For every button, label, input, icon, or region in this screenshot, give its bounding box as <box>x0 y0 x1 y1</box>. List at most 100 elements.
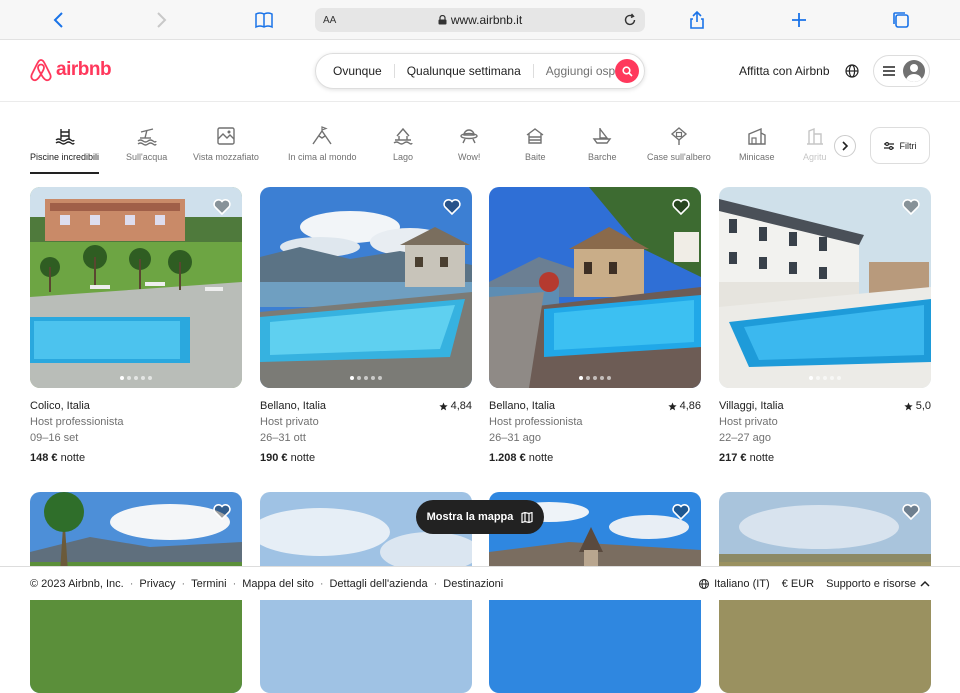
url-text: www.airbnb.it <box>450 13 523 27</box>
category-boats[interactable]: Barche <box>588 126 617 174</box>
pagination-dot <box>148 376 152 380</box>
filters-label: Filtri <box>899 140 917 151</box>
footer-link-terms[interactable]: Termini <box>191 578 226 590</box>
filters-button[interactable]: Filtri <box>870 127 930 164</box>
heart-icon[interactable] <box>901 197 921 217</box>
airbnb-logo-icon <box>30 59 52 82</box>
new-tab-icon[interactable] <box>787 8 811 32</box>
back-icon[interactable] <box>47 8 71 32</box>
category-top-of-world[interactable]: In cima al mondo <box>288 126 357 174</box>
footer-separator: · <box>319 577 324 590</box>
support-resources-button[interactable]: Supporto e risorse <box>826 578 930 590</box>
pagination-dot <box>120 376 124 380</box>
host-link[interactable]: Affitta con Airbnb <box>739 64 830 78</box>
footer-separator: · <box>129 577 134 590</box>
listing-dates: 22–27 ago <box>719 432 771 444</box>
photo-pagination <box>260 376 472 380</box>
listing-info: Villaggi, Italia 5,0 Host privato 22–27 … <box>719 388 931 466</box>
ufo-icon <box>460 129 478 144</box>
search-dates[interactable]: Qualunque settimana <box>393 64 533 78</box>
search-bar[interactable]: Ovunque Qualunque settimana Aggiungi osp… <box>315 53 645 89</box>
listing-rating-value: 5,0 <box>915 400 931 412</box>
forward-icon[interactable] <box>149 8 173 32</box>
category-lake[interactable]: Lago <box>393 126 413 174</box>
category-view[interactable]: Vista mozzafiato <box>193 126 259 174</box>
listing-price-value: 217 € <box>719 452 747 464</box>
search-location[interactable]: Ovunque <box>316 64 394 78</box>
listing-price: 190 € notte <box>260 450 472 466</box>
reader-settings-button[interactable]: AA <box>323 15 336 26</box>
tabs-icon[interactable] <box>889 8 913 32</box>
globe-icon <box>699 578 710 589</box>
footer-link-sitemap[interactable]: Mappa del sito <box>242 578 314 590</box>
farm-icon <box>806 127 823 145</box>
filters-icon <box>883 141 894 150</box>
listing-price-value: 1.208 € <box>489 452 526 464</box>
listing-rating: 5,0 <box>904 398 931 414</box>
share-icon[interactable] <box>685 8 709 32</box>
category-farms[interactable]: Agritu <box>803 126 827 174</box>
treehouse-icon <box>670 127 687 145</box>
listing-card[interactable]: Bellano, Italia 4,84 Host privato 26–31 … <box>260 187 472 466</box>
pagination-dot <box>607 376 611 380</box>
pagination-dot <box>600 376 604 380</box>
listing-photo-image <box>30 187 242 388</box>
footer-link-company-details[interactable]: Dettagli dell'azienda <box>329 578 427 590</box>
user-menu-button[interactable] <box>873 55 930 87</box>
category-tiny-homes[interactable]: Minicase <box>739 126 775 174</box>
category-next-button[interactable] <box>834 135 856 157</box>
category-label: Barche <box>588 152 617 162</box>
listing-card[interactable]: Bellano, Italia 4,86 Host professionista… <box>489 187 701 466</box>
category-pools[interactable]: Piscine incredibili <box>30 126 100 174</box>
airbnb-logo[interactable]: airbnb <box>30 58 112 82</box>
listing-photo[interactable] <box>30 187 242 388</box>
listing-photo[interactable] <box>260 187 472 388</box>
listing-photo[interactable] <box>719 187 931 388</box>
site-footer: © 2023 Airbnb, Inc. · Privacy · Termini … <box>0 566 960 600</box>
view-icon <box>217 127 235 145</box>
heart-icon[interactable] <box>212 502 232 522</box>
category-wow[interactable]: Wow! <box>458 126 480 174</box>
category-cabins[interactable]: Baite <box>525 126 546 174</box>
globe-icon[interactable] <box>844 63 860 79</box>
language-selector[interactable]: Italiano (IT) <box>698 578 770 590</box>
listing-rating-value: 4,86 <box>679 400 701 412</box>
footer-copyright: © 2023 Airbnb, Inc. <box>30 577 124 590</box>
listing-price-unit: notte <box>60 452 86 464</box>
category-label: Baite <box>525 152 546 162</box>
heart-icon[interactable] <box>671 197 691 217</box>
avatar <box>903 60 925 82</box>
lake-icon <box>393 127 413 145</box>
beach-icon <box>137 128 157 146</box>
address-bar[interactable]: AA www.airbnb.it <box>315 8 645 32</box>
footer-link-destinations[interactable]: Destinazioni <box>443 578 503 590</box>
listing-rating: 4,84 <box>438 398 472 414</box>
bookmarks-icon[interactable] <box>252 8 276 32</box>
reload-icon[interactable] <box>621 11 639 29</box>
currency-selector[interactable]: € EUR <box>782 578 814 590</box>
heart-icon[interactable] <box>671 502 691 522</box>
pagination-dot <box>837 376 841 380</box>
heart-icon[interactable] <box>901 502 921 522</box>
category-beach[interactable]: Sull'acqua <box>126 126 167 174</box>
heart-icon[interactable] <box>212 197 232 217</box>
search-button[interactable] <box>615 59 639 83</box>
category-label: Wow! <box>458 152 481 162</box>
listing-host: Host professionista <box>489 416 583 428</box>
heart-icon[interactable] <box>442 197 462 217</box>
category-label: Minicase <box>739 152 775 162</box>
footer-link-privacy[interactable]: Privacy <box>139 578 175 590</box>
listing-dates: 26–31 ott <box>260 432 306 444</box>
search-icon <box>621 65 633 77</box>
category-label: In cima al mondo <box>288 152 357 162</box>
star-icon <box>438 401 448 410</box>
listing-card[interactable]: Colico, Italia Host professionista 09–16… <box>30 187 242 466</box>
map-icon <box>521 511 534 523</box>
tiny-house-icon <box>748 127 766 145</box>
cabin-icon <box>526 128 544 144</box>
category-treehouses[interactable]: Case sull'albero <box>647 126 711 174</box>
listing-photo[interactable] <box>489 187 701 388</box>
show-map-button[interactable]: Mostra la mappa <box>416 500 544 534</box>
pagination-dot <box>371 376 375 380</box>
listing-card[interactable]: Villaggi, Italia 5,0 Host privato 22–27 … <box>719 187 931 466</box>
